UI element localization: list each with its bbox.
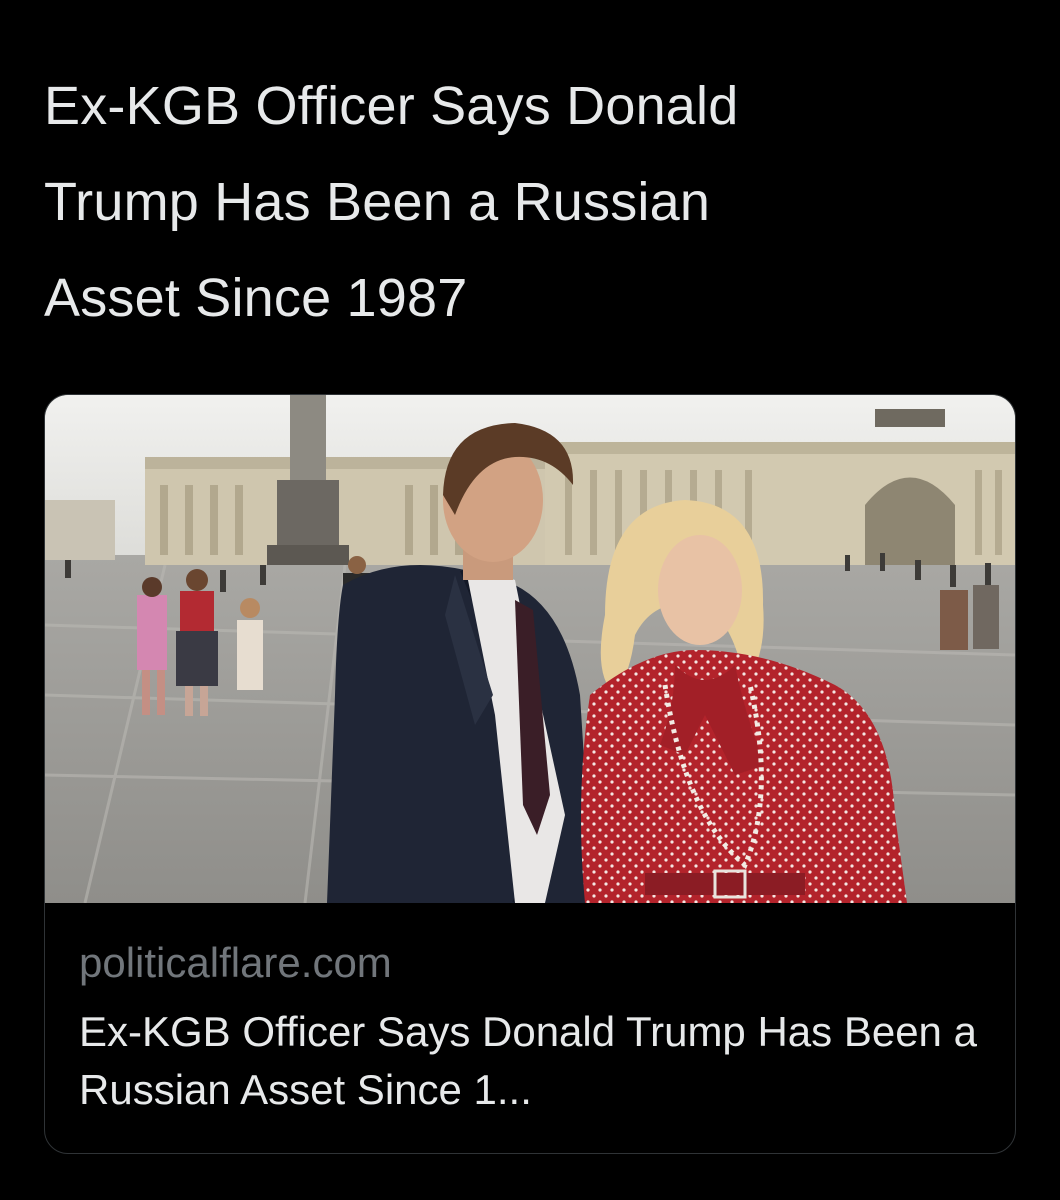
card-image[interactable]: [45, 395, 1015, 903]
card-title: Ex-KGB Officer Says Donald Trump Has Bee…: [79, 1008, 977, 1113]
card-meta[interactable]: politicalflare.com Ex-KGB Officer Says D…: [45, 903, 1015, 1153]
link-preview-card[interactable]: politicalflare.com Ex-KGB Officer Says D…: [44, 394, 1016, 1154]
tweet-text: Ex-KGB Officer Says Donald Trump Has Bee…: [44, 76, 739, 328]
card-domain: politicalflare.com: [79, 939, 392, 986]
